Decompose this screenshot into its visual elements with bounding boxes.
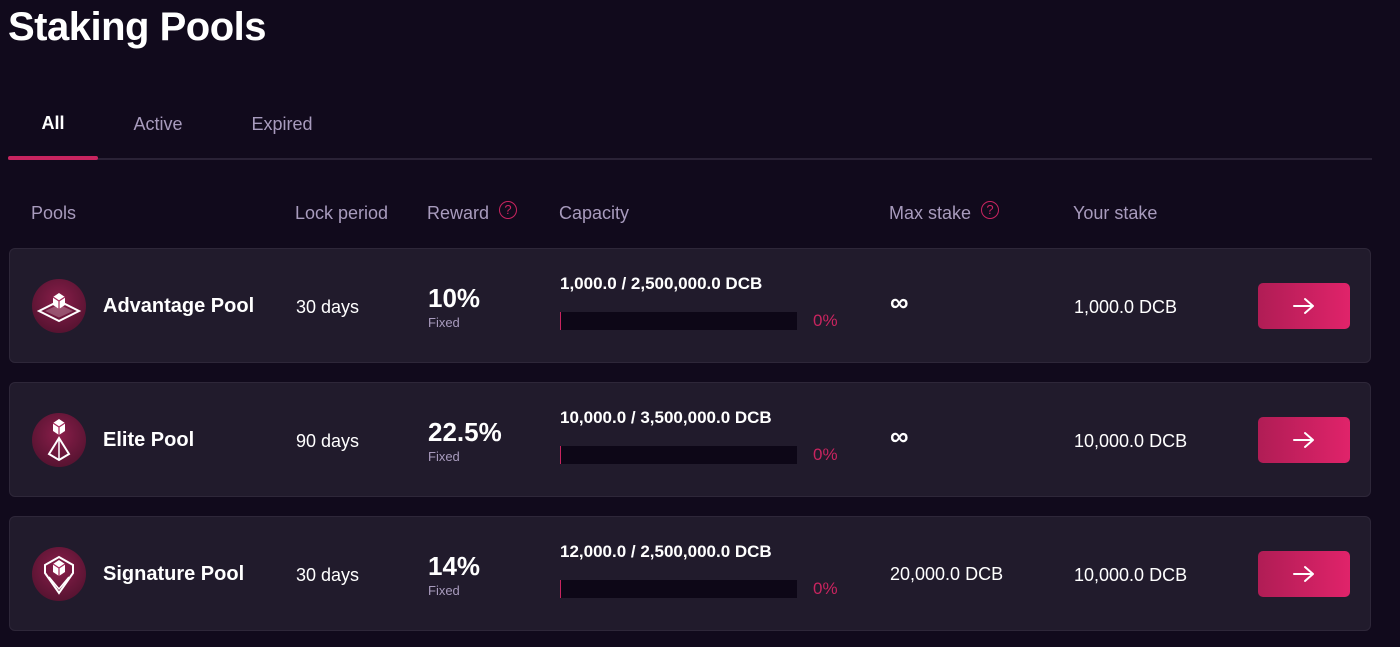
capacity-bar-fill [560,446,561,464]
column-header-max-stake-label: Max stake [889,203,972,223]
reward-value: 22.5% [428,417,502,447]
tab-expired[interactable]: Expired [238,94,326,156]
capacity-percent: 0% [813,579,838,598]
max-stake-value: ∞ [890,421,909,451]
reward-help-icon[interactable]: ? [499,201,518,219]
max-stake-value: 20,000.0 DCB [890,564,1004,584]
your-stake-value: 10,000.0 DCB [1074,431,1188,451]
reward-value: 14% [428,551,481,581]
arrow-right-icon [1293,298,1314,314]
reward-type: Fixed [428,583,460,598]
active-tab-underline [8,156,98,160]
page-title: Staking Pools [8,5,267,49]
reward-type: Fixed [428,449,460,464]
column-header-your-stake: Your stake [1073,200,1157,226]
capacity-text: 10,000.0 / 3,500,000.0 DCB [560,408,772,427]
lock-period: 30 days [296,297,360,317]
column-header-pools: Pools [31,200,76,226]
capacity-text: 12,000.0 / 2,500,000.0 DCB [560,542,772,561]
pool-filter-tabs: All Active Expired [8,94,1372,160]
capacity-percent: 0% [813,445,838,464]
open-pool-button[interactable] [1258,551,1350,597]
column-header-lock-period-label: Lock period [295,203,389,223]
open-pool-button[interactable] [1258,417,1350,463]
capacity-bar [560,446,797,464]
column-header-pools-label: Pools [31,203,77,223]
tab-active[interactable]: Active [118,94,198,156]
elite-pool-icon [32,413,86,467]
open-pool-button[interactable] [1258,283,1350,329]
your-stake-value: 1,000.0 DCB [1074,297,1178,317]
max-stake-help-icon[interactable]: ? [981,201,1000,219]
your-stake-value: 10,000.0 DCB [1074,565,1188,585]
pool-name: Advantage Pool [103,295,255,317]
pool-name: Signature Pool [103,563,245,585]
arrow-right-icon [1293,566,1314,582]
signature-pool-icon [32,547,86,601]
column-header-max-stake: Max stake ? [889,200,1000,226]
pool-row-elite: Elite Pool 90 days 22.5% Fixed 10,000.0 … [9,382,1371,497]
reward-type: Fixed [428,315,460,330]
column-header-lock-period: Lock period [295,200,388,226]
arrow-right-icon [1293,432,1314,448]
capacity-bar [560,580,797,598]
column-header-your-stake-label: Your stake [1073,203,1158,223]
pool-name: Elite Pool [103,429,195,451]
column-header-reward: Reward ? [427,200,518,226]
advantage-pool-icon [32,279,86,333]
column-header-capacity-label: Capacity [559,203,630,223]
lock-period: 30 days [296,565,360,585]
tab-all[interactable]: All [8,94,98,156]
pool-row-advantage: Advantage Pool 30 days 10% Fixed 1,000.0… [9,248,1371,363]
lock-period: 90 days [296,431,360,451]
capacity-text: 1,000.0 / 2,500,000.0 DCB [560,274,763,293]
reward-value: 10% [428,283,481,313]
max-stake-value: ∞ [890,287,909,317]
column-header-capacity: Capacity [559,200,629,226]
column-header-reward-label: Reward [427,203,490,223]
capacity-bar-fill [560,580,562,598]
capacity-percent: 0% [813,311,838,330]
pool-row-signature: Signature Pool 30 days 14% Fixed 12,000.… [9,516,1371,631]
capacity-bar [560,312,797,330]
